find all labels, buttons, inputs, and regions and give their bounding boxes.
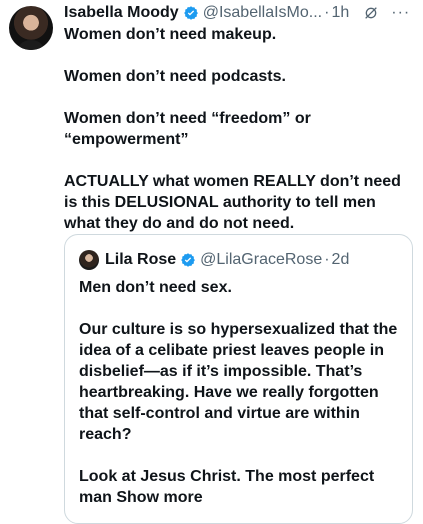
verified-badge-icon: [181, 253, 196, 267]
quoted-tweet[interactable]: Lila Rose @LilaGraceRose · 2d Men don’t …: [64, 234, 413, 524]
avatar[interactable]: [9, 6, 53, 50]
quoted-tweet-header: Lila Rose @LilaGraceRose · 2d: [79, 249, 349, 271]
quoted-author-handle[interactable]: @LilaGraceRose: [200, 251, 322, 269]
grok-icon[interactable]: [363, 5, 379, 21]
quoted-text-body: Men don’t need sex. Our culture is so hy…: [79, 279, 398, 506]
quoted-tweet-text: Men don’t need sex. Our culture is so hy…: [79, 277, 399, 508]
verified-badge-icon: [183, 6, 198, 20]
separator-dot: ·: [324, 251, 330, 268]
tweet-header: Isabella Moody @IsabellaIsMo... · 1h ···: [64, 2, 414, 24]
quoted-avatar[interactable]: [79, 250, 99, 270]
author-handle[interactable]: @IsabellaIsMo...: [203, 4, 322, 22]
more-icon[interactable]: ···: [391, 4, 410, 22]
separator-dot: ·: [324, 4, 330, 21]
timestamp[interactable]: 1h: [331, 4, 349, 22]
quoted-author-name[interactable]: Lila Rose: [105, 251, 176, 269]
quoted-timestamp[interactable]: 2d: [332, 251, 350, 269]
author-name[interactable]: Isabella Moody: [64, 4, 179, 22]
tweet-text: Women don’t need makeup. Women don’t nee…: [64, 26, 401, 232]
show-more-link[interactable]: Show more: [116, 489, 202, 506]
